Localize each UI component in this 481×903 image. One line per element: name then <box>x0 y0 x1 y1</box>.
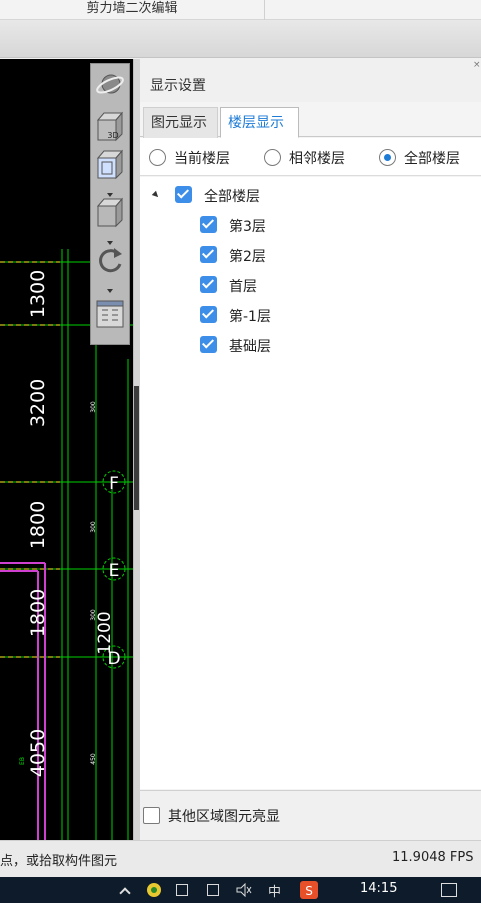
title-bar: 剪力墙二次编辑 <box>0 0 481 20</box>
dimension-label: 3200 <box>27 379 49 427</box>
highlight-option-row: 其他区域图元亮显 <box>140 790 481 840</box>
radio-label: 当前楼层 <box>174 151 230 167</box>
grid-settings-icon <box>96 300 124 328</box>
chevron-down-icon[interactable] <box>107 282 113 293</box>
3d-view-button[interactable]: 3D <box>94 110 126 142</box>
tree-item-label: 第2层 <box>229 249 266 265</box>
checkbox-floor[interactable] <box>200 276 217 293</box>
overlap-label: 1200 <box>95 611 115 654</box>
checkbox-floor[interactable] <box>200 336 217 353</box>
radio-label: 全部楼层 <box>404 151 460 167</box>
small-dimension-label: EB <box>19 757 26 765</box>
tree-item-label: 第3层 <box>229 219 266 235</box>
small-dimension-label: 450 <box>90 753 97 765</box>
orbit-icon <box>96 74 124 94</box>
fps-readout: 11.9048 FPS <box>392 850 474 865</box>
radio-label: 相邻楼层 <box>289 151 345 167</box>
display-icon[interactable] <box>207 884 219 896</box>
dimension-label: 1800 <box>27 589 49 637</box>
radio-all-floors[interactable]: 全部楼层 <box>379 148 479 168</box>
status-bar: 点，或拾取构件图元 11.9048 FPS <box>0 840 481 877</box>
display-settings-panel: 显示设置 × 图元显示 楼层显示 当前楼层 相邻楼层 全部楼层 全部楼层 第3层… <box>140 59 481 840</box>
axis-marker: E <box>109 561 120 581</box>
perspective-view-button[interactable] <box>94 196 126 228</box>
checkbox-floor[interactable] <box>200 306 217 323</box>
dimension-label: 4050 <box>27 729 49 777</box>
ime-icon[interactable]: 中 <box>268 881 281 900</box>
checkbox-all-floors[interactable] <box>175 186 192 203</box>
taskbar: 中 S 14:15 <box>0 877 481 903</box>
small-dimension-label: 300 <box>90 521 97 533</box>
tree-item-label: 首层 <box>229 279 257 295</box>
tab-floor-display[interactable]: 楼层显示 <box>220 107 299 138</box>
splitter-grip[interactable] <box>134 386 139 510</box>
close-icon[interactable]: × <box>473 60 481 70</box>
chevron-down-icon[interactable] <box>107 234 113 245</box>
axis-marker: F <box>109 474 119 494</box>
tab-bar: 图元显示 楼层显示 <box>140 105 481 138</box>
highlight-option-label: 其他区域图元亮显 <box>168 809 280 825</box>
radio-circle <box>149 149 166 166</box>
top-view-button[interactable] <box>94 148 126 180</box>
cube-icon <box>96 197 124 228</box>
floor-tree: 全部楼层 第3层 第2层 首层 第-1层 基础层 <box>140 177 481 789</box>
window-title: 剪力墙二次编辑 <box>0 0 265 20</box>
radio-circle <box>379 149 396 166</box>
status-hint: 点，或拾取构件图元 <box>0 854 118 869</box>
radio-current-floor[interactable]: 当前楼层 <box>149 148 249 168</box>
dimension-label: 1800 <box>27 501 49 549</box>
expand-arrow-icon[interactable] <box>151 190 161 200</box>
clock[interactable]: 14:15 <box>360 881 397 896</box>
layer-settings-button[interactable] <box>94 298 126 330</box>
svg-text:S: S <box>305 884 313 898</box>
radio-dot <box>384 154 391 161</box>
cube-3d-icon: 3D <box>96 111 124 142</box>
tree-item-label: 基础层 <box>229 339 271 355</box>
checkbox-highlight-other-areas[interactable] <box>143 807 160 824</box>
dimension-label: 1300 <box>27 270 49 318</box>
sogou-icon[interactable]: S <box>300 881 318 899</box>
rotate-button[interactable] <box>94 244 126 276</box>
dynamic-observe-button[interactable] <box>94 70 126 102</box>
small-dimension-label: 300 <box>90 401 97 413</box>
network-icon[interactable] <box>176 884 188 896</box>
checkbox-floor[interactable] <box>200 246 217 263</box>
tree-item-label: 第-1层 <box>229 309 271 325</box>
tree-root-label: 全部楼层 <box>204 189 260 205</box>
radio-adjacent-floors[interactable]: 相邻楼层 <box>264 148 364 168</box>
panel-title: 显示设置 <box>150 78 206 94</box>
app-icon[interactable] <box>146 882 162 898</box>
cube-label: 3D <box>107 131 118 140</box>
chevron-down-icon[interactable] <box>107 186 113 197</box>
radio-circle <box>264 149 281 166</box>
ribbon-toolbar <box>0 20 481 58</box>
cube-top-icon <box>96 149 124 180</box>
chevron-up-icon[interactable] <box>119 887 131 899</box>
view-toolbar: 3D <box>90 63 130 345</box>
tab-element-display[interactable]: 图元显示 <box>143 107 218 138</box>
rotate-icon <box>99 248 122 273</box>
panel-header: 显示设置 × <box>140 59 481 102</box>
floor-scope-radio-group: 当前楼层 相邻楼层 全部楼层 <box>140 138 481 176</box>
notification-icon[interactable] <box>441 883 457 897</box>
volume-icon[interactable] <box>236 883 252 897</box>
checkbox-floor[interactable] <box>200 216 217 233</box>
